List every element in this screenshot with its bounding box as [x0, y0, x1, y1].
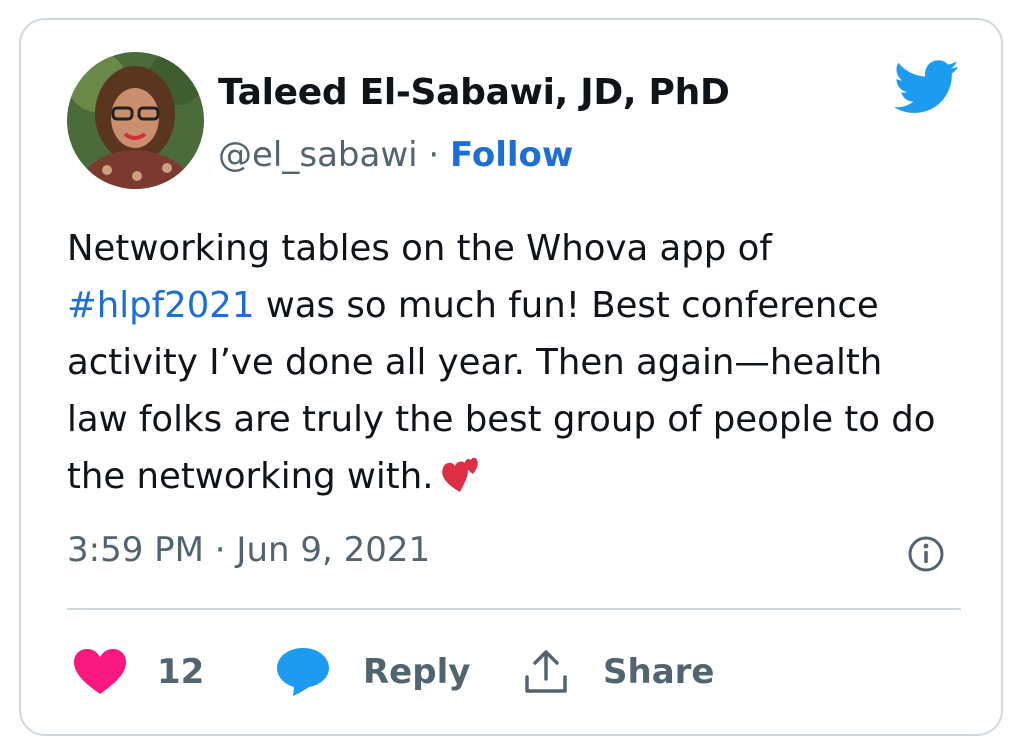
- tweet-card[interactable]: Taleed El-Sabawi, JD, PhD @el_sabawi · F…: [19, 18, 1003, 736]
- two-hearts-emoji-icon: [441, 457, 478, 492]
- share-button[interactable]: Share: [523, 642, 714, 702]
- avatar[interactable]: [67, 52, 204, 189]
- twitter-bird-icon[interactable]: [894, 60, 960, 114]
- tweet-timestamp[interactable]: 3:59 PM · Jun 9, 2021: [67, 530, 430, 570]
- tweet-text-before: Networking tables on the Whova app of: [67, 228, 772, 269]
- share-upload-icon: [525, 650, 567, 693]
- follow-button[interactable]: Follow: [450, 135, 573, 175]
- author-handle-row: @el_sabawi · Follow: [218, 135, 573, 175]
- tweet-text: Networking tables on the Whova app of #h…: [67, 220, 947, 505]
- speech-bubble-icon: [277, 648, 329, 696]
- separator-dot: ·: [428, 135, 440, 175]
- heart-icon: [74, 649, 126, 694]
- info-icon[interactable]: [907, 535, 945, 573]
- share-label: Share: [603, 652, 715, 692]
- like-count: 12: [157, 652, 205, 692]
- author-handle[interactable]: @el_sabawi: [218, 135, 418, 175]
- reply-label: Reply: [363, 652, 471, 692]
- divider: [67, 608, 961, 610]
- author-display-name[interactable]: Taleed El-Sabawi, JD, PhD: [218, 72, 730, 113]
- like-button[interactable]: 12: [73, 642, 204, 702]
- hashtag-link[interactable]: #hlpf2021: [67, 285, 254, 326]
- reply-button[interactable]: Reply: [275, 642, 470, 702]
